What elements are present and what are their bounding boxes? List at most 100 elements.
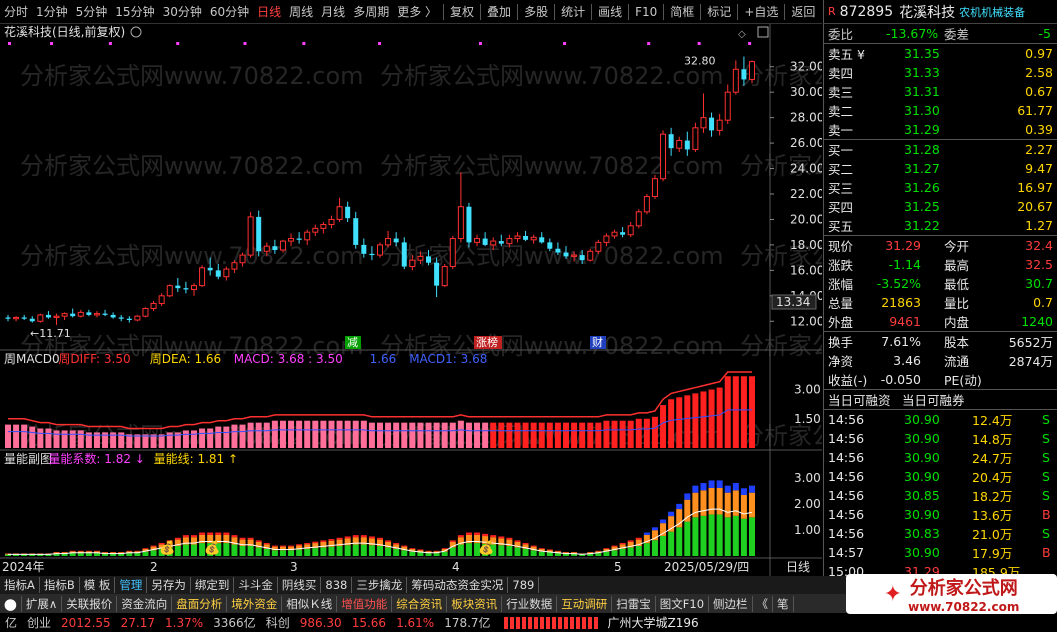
- macd-bar: [716, 387, 723, 448]
- macd-bar: [69, 430, 76, 448]
- indicator-tab-4[interactable]: 另存为: [147, 577, 191, 593]
- macd-bar: [514, 422, 521, 448]
- tick-time: 14:56: [828, 450, 865, 465]
- period-tab-1[interactable]: 1分钟: [32, 0, 72, 23]
- sector-name[interactable]: 农机机械装备: [959, 4, 1025, 20]
- indicator-tab-6[interactable]: 斗斗金: [234, 577, 278, 593]
- tool-button-3[interactable]: 统计: [557, 0, 589, 23]
- function-tab-14[interactable]: 《: [753, 595, 774, 612]
- macd-bar: [53, 430, 60, 448]
- window-toggle-icon[interactable]: [757, 26, 769, 38]
- stat2-row: 换手 7.61% 股本 5652万: [824, 332, 1057, 351]
- tick-time: 14:56: [828, 431, 865, 446]
- toggle-switch-icon[interactable]: ⬤: [0, 595, 22, 612]
- volume-bar-top: [433, 550, 440, 552]
- volume-bar-top: [708, 480, 715, 488]
- margin-right[interactable]: 当日可融券: [902, 390, 965, 409]
- time-axis-label: 2: [150, 560, 158, 574]
- indicator-tab-7[interactable]: 阴线买: [278, 577, 322, 593]
- dropdown-icon[interactable]: [130, 26, 142, 38]
- indicator-tab-0[interactable]: 指标A: [0, 577, 40, 593]
- indicator-tab-8[interactable]: 838: [321, 577, 353, 593]
- tool-button-7[interactable]: 标记: [703, 0, 735, 23]
- function-tab-8[interactable]: 板块资讯: [447, 595, 503, 612]
- toolbar-divider: [628, 3, 630, 20]
- volume-bar-green: [352, 544, 359, 556]
- function-tab-2[interactable]: 资金流向: [117, 595, 173, 612]
- volume-bar-green: [102, 553, 109, 556]
- period-tab-2[interactable]: 5分钟: [72, 0, 112, 23]
- period-tab-4[interactable]: 30分钟: [159, 0, 206, 23]
- candle-body: [724, 91, 731, 121]
- volume-bar-green: [425, 553, 432, 556]
- period-tab-8[interactable]: 月线: [317, 0, 349, 23]
- tool-button-9[interactable]: 返回: [787, 0, 819, 23]
- function-tab-5[interactable]: 相似Ｋ线: [282, 595, 338, 612]
- volume-bar-green: [538, 551, 545, 556]
- tool-button-2[interactable]: 多股: [520, 0, 552, 23]
- tool-button-4[interactable]: 画线: [594, 0, 626, 23]
- candle-body: [53, 315, 60, 318]
- event-tag[interactable]: 涨榜: [476, 335, 498, 349]
- toolbar-divider: [784, 3, 786, 20]
- signal-marker: [176, 42, 180, 45]
- volume-bar-green: [288, 550, 295, 556]
- tool-button-0[interactable]: 复权: [446, 0, 478, 23]
- indicator-tab-1[interactable]: 指标B: [40, 577, 80, 593]
- indicator-tab-3[interactable]: 管理: [115, 577, 148, 593]
- candle-body: [651, 178, 658, 198]
- function-tab-9[interactable]: 行业数据: [502, 595, 558, 612]
- candle-body: [93, 313, 100, 316]
- period-tab-0[interactable]: 分时: [0, 0, 32, 23]
- volume-bar-green: [530, 550, 537, 556]
- indicator-tab-5[interactable]: 绑定到: [191, 577, 235, 593]
- event-tag[interactable]: 减: [347, 336, 358, 349]
- macd-bar: [684, 395, 691, 448]
- tool-button-6[interactable]: 简框: [666, 0, 698, 23]
- chart-area[interactable]: 分析家公式网www.70822.com 分析家公式网www.70822.com 分析…: [0, 24, 822, 576]
- volume-bar-green: [126, 553, 133, 556]
- function-tab-11[interactable]: 扫雷宝: [612, 595, 656, 612]
- function-tab-0[interactable]: 扩展∧: [22, 595, 63, 612]
- price-axis-label: 16.00: [790, 263, 822, 277]
- volume-bar-top: [360, 535, 367, 538]
- tool-button-1[interactable]: 叠加: [483, 0, 515, 23]
- function-tab-12[interactable]: 图文F10: [656, 595, 710, 612]
- function-tab-1[interactable]: 关联报价: [62, 595, 118, 612]
- event-tag[interactable]: 财: [592, 335, 603, 349]
- volume-bar-green: [732, 515, 739, 556]
- macd-bar: [474, 422, 481, 448]
- function-tab-4[interactable]: 境外资金: [227, 595, 283, 612]
- function-tab-13[interactable]: 侧边栏: [709, 595, 753, 612]
- indicator-tab-11[interactable]: 789: [508, 577, 540, 593]
- function-tab-3[interactable]: 盘面分析: [172, 595, 228, 612]
- function-tab-10[interactable]: 互动调研: [557, 595, 613, 612]
- indicator-tab-10[interactable]: 筹码动态资金实况: [407, 577, 509, 593]
- volume-bar-orange: [700, 490, 707, 516]
- margin-left[interactable]: 当日可融资: [828, 390, 891, 409]
- stat-value: 0.7: [1033, 295, 1053, 310]
- period-tab-7[interactable]: 周线: [285, 0, 317, 23]
- tool-button-8[interactable]: +自选: [740, 0, 782, 23]
- volume-bar-top: [288, 545, 295, 547]
- ask-row: 卖五 ¥ 31.35 0.97: [824, 44, 1057, 63]
- tool-button-5[interactable]: F10: [631, 0, 661, 23]
- tick-time: 14:56: [828, 526, 865, 541]
- indicator-tab-2[interactable]: 模 板: [80, 577, 116, 593]
- period-tab-5[interactable]: 60分钟: [206, 0, 253, 23]
- period-tab-3[interactable]: 15分钟: [111, 0, 158, 23]
- volume-bar-top: [336, 537, 343, 540]
- function-tab-15[interactable]: 笔: [773, 595, 794, 612]
- indicator-tab-9[interactable]: 三步擒龙: [352, 577, 408, 593]
- period-tab-10[interactable]: 更多 〉: [393, 0, 441, 23]
- function-tab-6[interactable]: 增值功能: [337, 595, 393, 612]
- macd-bar: [676, 397, 683, 448]
- watermark-text: 分析家公式网www.70822.com: [740, 332, 822, 360]
- price-axis-label: 24.00: [790, 162, 822, 176]
- period-tab-6[interactable]: 日线: [253, 0, 285, 23]
- volume-bar-green: [651, 540, 658, 556]
- function-tab-7[interactable]: 综合资讯: [392, 595, 448, 612]
- volume-bar-green: [514, 547, 521, 556]
- macd-bar: [498, 422, 505, 448]
- period-tab-9[interactable]: 多周期: [349, 0, 393, 23]
